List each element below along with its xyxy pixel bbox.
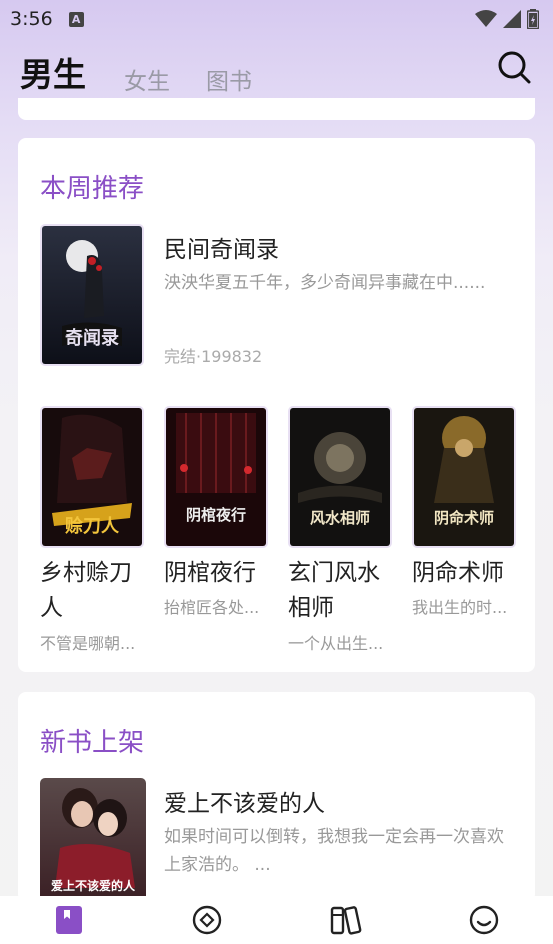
profile-icon: [469, 905, 499, 935]
cover-title: 赊刀人: [65, 515, 120, 537]
grid-book-desc: 我出生的时...: [412, 598, 508, 617]
new-books-card: 新书上架 爱上不该爱的人 爱上不该爱的人 如果时间可以倒转，我想我一定会再一次喜…: [18, 692, 535, 902]
bottom-nav: [0, 896, 553, 944]
featured-book-meta: 完结·199832: [164, 347, 263, 366]
bookshelf-icon: [56, 906, 83, 934]
status-icons: [475, 9, 539, 29]
grid-book-title[interactable]: 乡村赊刀人: [40, 556, 150, 626]
new-book-title[interactable]: 爱上不该爱的人: [164, 784, 325, 818]
grid-book-title[interactable]: 玄门风水相师: [288, 556, 398, 626]
tab-female-label: 女生: [124, 69, 170, 95]
status-time: 3:56: [10, 8, 53, 30]
featured-book-cover[interactable]: 奇闻录: [40, 224, 144, 366]
featured-book-title[interactable]: 民间奇闻录: [164, 230, 279, 264]
cover-title: 阴棺夜行: [186, 506, 246, 524]
cover-title: 阴命术师: [434, 509, 494, 527]
signal-icon: [503, 10, 521, 28]
wifi-icon: [475, 10, 497, 27]
cover-title: 奇闻录: [65, 327, 119, 349]
tab-male[interactable]: 男生: [20, 48, 86, 104]
section-title: 新书上架: [40, 728, 145, 758]
discover-icon: [193, 905, 222, 935]
section-title: 本周推荐: [40, 174, 145, 204]
nav-profile[interactable]: [464, 900, 504, 940]
library-icon: [330, 906, 362, 935]
new-book-desc-line1: 如果时间可以倒转，我想我一定会再一次喜欢: [164, 827, 504, 847]
nav-discover[interactable]: [187, 900, 227, 940]
new-book-cover[interactable]: 爱上不该爱的人: [40, 778, 146, 902]
tab-books-label: 图书: [206, 69, 252, 95]
grid-book-desc: 不管是哪朝...: [40, 634, 136, 653]
grid-book-cover[interactable]: 阴命术师: [412, 406, 516, 548]
search-icon: [498, 51, 531, 84]
grid-book-cover[interactable]: 阴棺夜行: [164, 406, 268, 548]
grid-book-title[interactable]: 阴命术师: [412, 556, 522, 591]
grid-book-desc: 抬棺匠各处...: [164, 598, 260, 617]
cover-title: 爱上不该爱的人: [51, 878, 136, 893]
cover-title: 风水相师: [310, 509, 370, 527]
status-bar: 3:56 A: [0, 0, 553, 38]
banner-strip[interactable]: [18, 98, 535, 120]
nav-library[interactable]: [326, 900, 366, 940]
nav-bookshelf[interactable]: [49, 900, 89, 940]
weekly-recommend-card: 本周推荐 奇闻录 民间奇闻录 泱泱华夏五千年，多少奇闻异事藏在中...... 完…: [18, 138, 535, 672]
new-book-desc-line2: 上家浩的。 ...: [164, 855, 271, 875]
tab-books[interactable]: 图书: [206, 62, 252, 98]
top-tabs: 男生 女生 图书: [0, 52, 553, 104]
tab-male-label: 男生: [20, 55, 86, 94]
grid-book-title[interactable]: 阴棺夜行: [164, 556, 274, 591]
grid-book-cover[interactable]: 风水相师: [288, 406, 392, 548]
search-button[interactable]: [497, 50, 531, 84]
notification-icon: A: [68, 11, 84, 27]
grid-book-cover[interactable]: 赊刀人: [40, 406, 144, 548]
tab-female[interactable]: 女生: [124, 62, 170, 98]
battery-icon: [527, 9, 539, 29]
featured-book-desc: 泱泱华夏五千年，多少奇闻异事藏在中......: [164, 273, 486, 293]
grid-book-desc: 一个从出生...: [288, 634, 384, 653]
